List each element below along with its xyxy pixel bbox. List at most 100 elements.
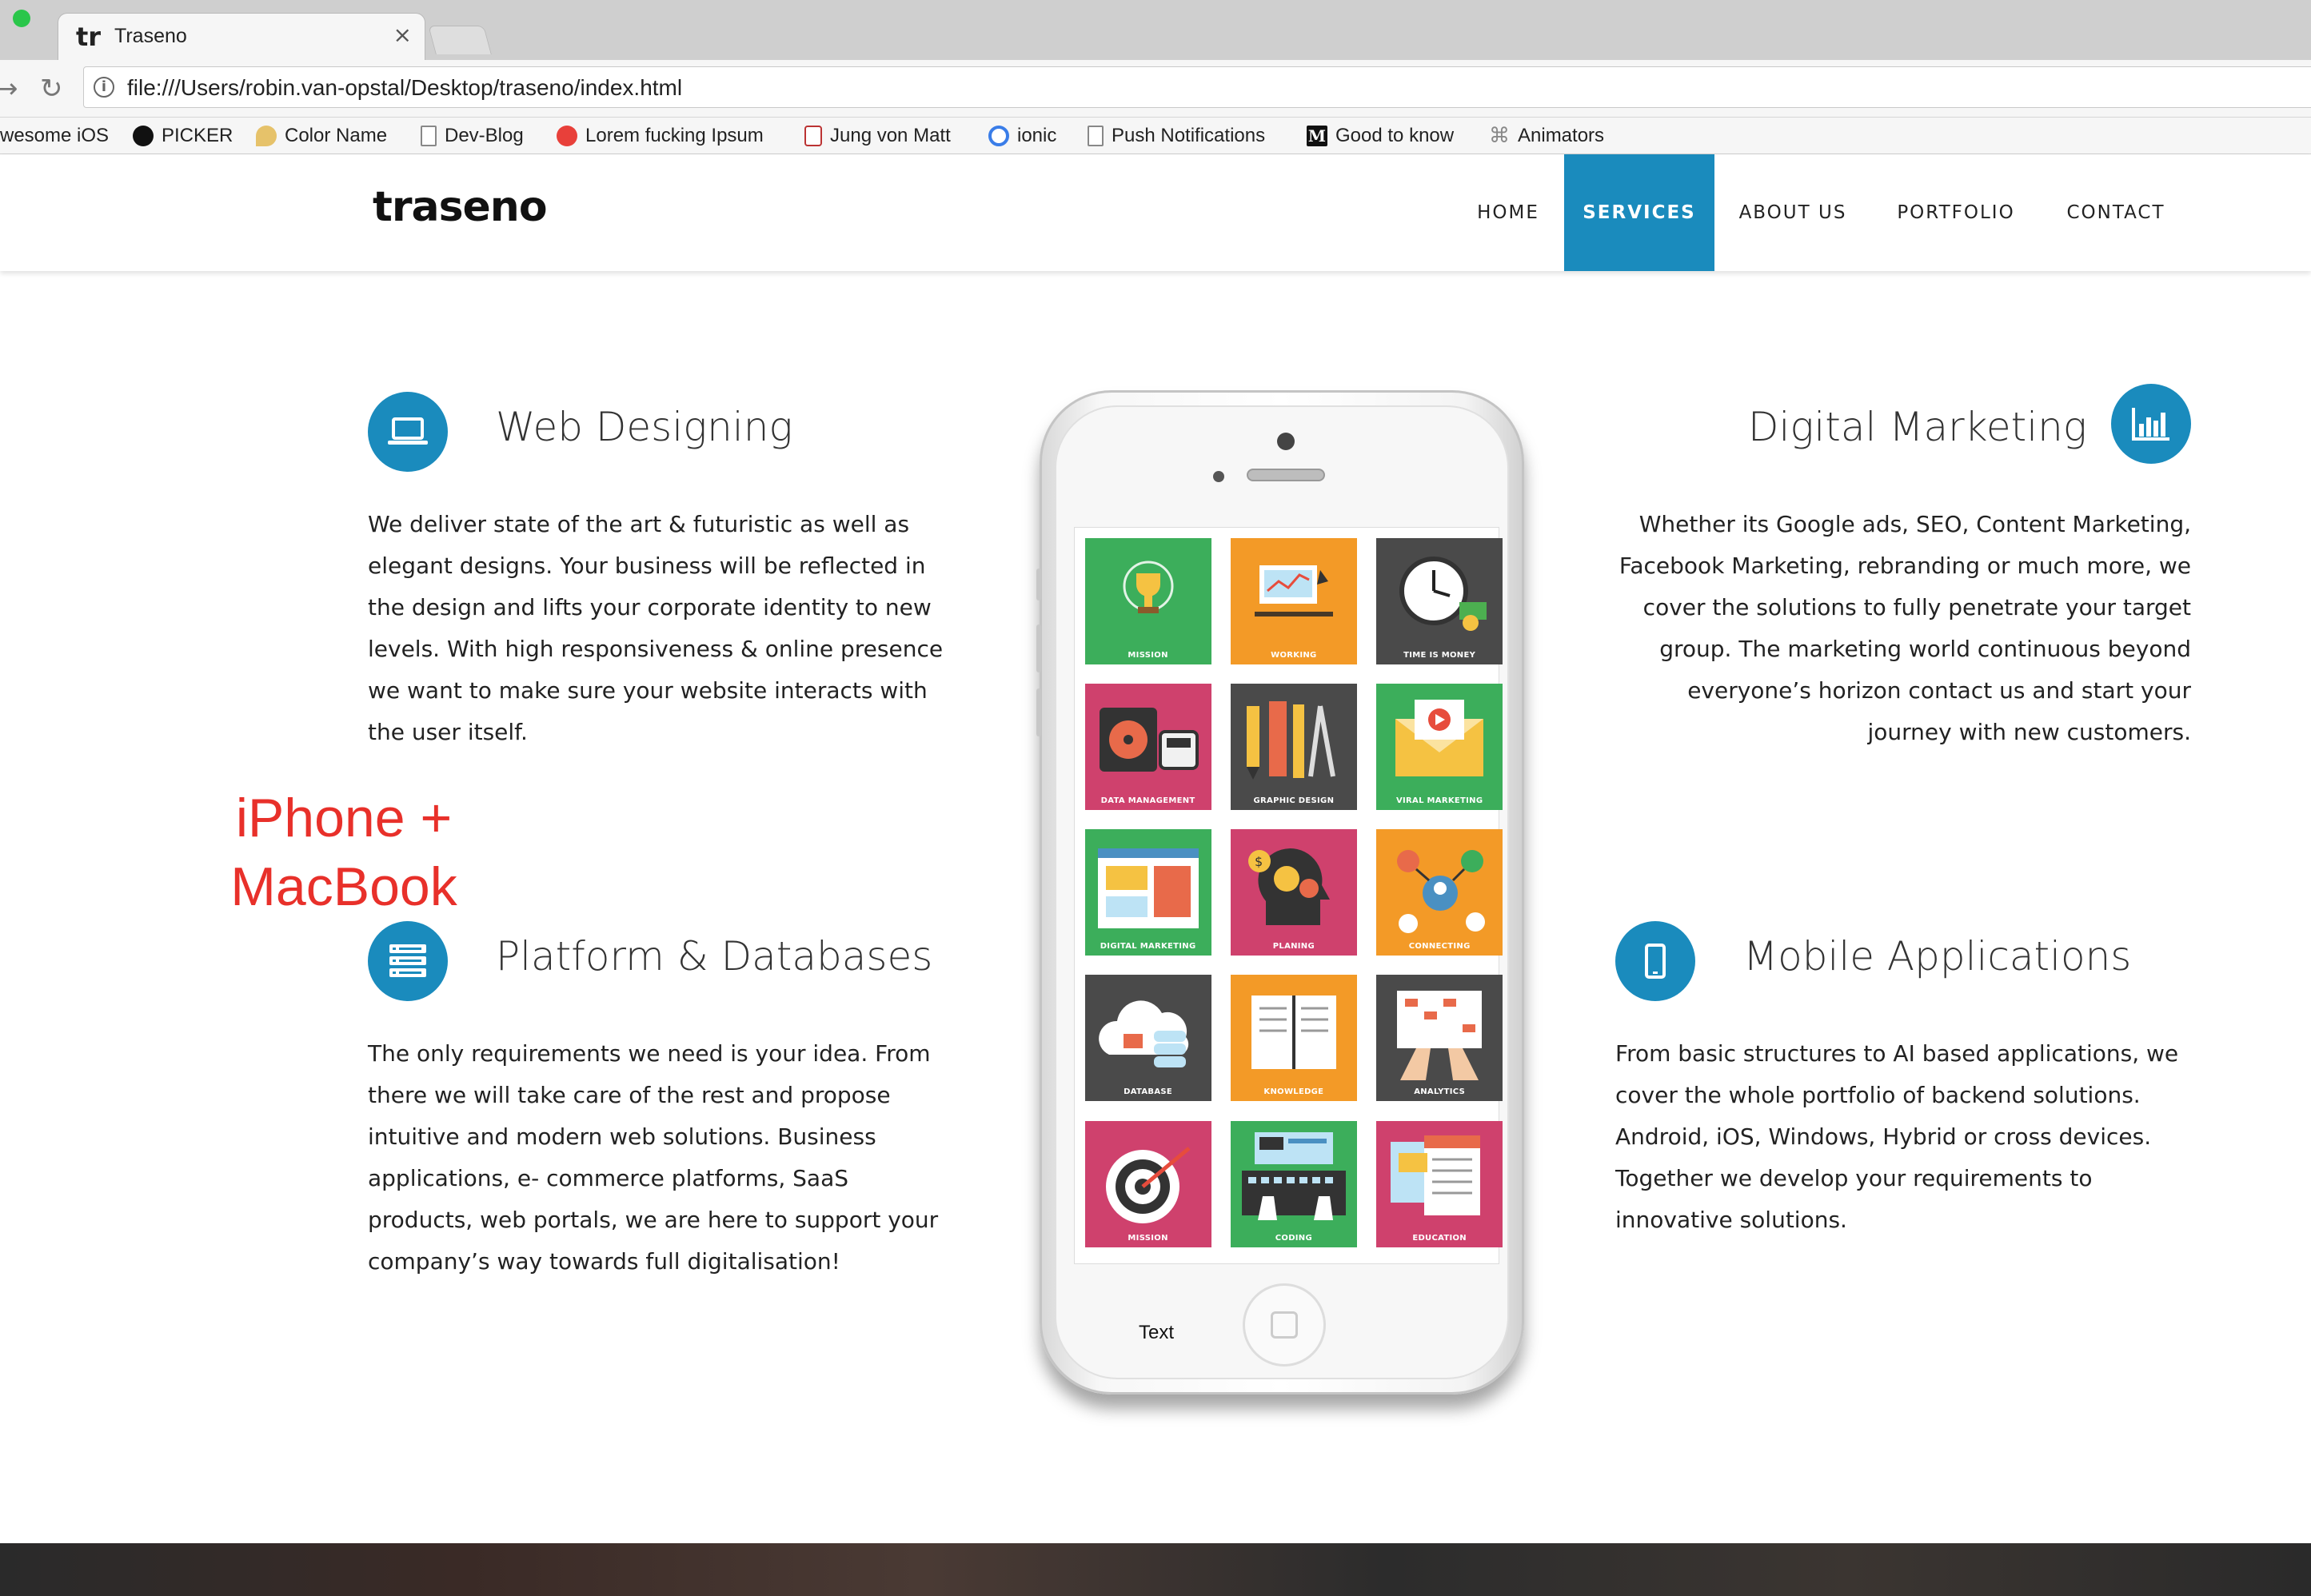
app-tile-label: WORKING xyxy=(1271,650,1317,660)
tab-favicon-icon: tr xyxy=(76,22,102,52)
phone-volume-down xyxy=(1036,688,1041,736)
site-logo[interactable]: traseno xyxy=(373,183,548,231)
red-dot-icon xyxy=(557,126,577,146)
browser-toolbar: → ↻ i file:///Users/robin.van-opstal/Des… xyxy=(0,60,2311,118)
bookmark-label: Push Notifications xyxy=(1112,125,1266,146)
page-icon xyxy=(1088,126,1104,146)
nav-about-us[interactable]: ABOUT US xyxy=(1727,154,1858,271)
phone-home-button xyxy=(1243,1283,1326,1367)
browser-tab-active[interactable]: tr Traseno × xyxy=(58,13,425,61)
bookmark-item[interactable]: Color Name xyxy=(256,122,387,150)
head-gears-icon: $ xyxy=(1247,848,1330,926)
bookmark-label: Dev-Blog xyxy=(445,125,524,146)
tab-title: Traseno xyxy=(114,25,187,47)
pin-icon xyxy=(256,126,277,146)
app-tile-label: MISSION xyxy=(1128,650,1168,660)
desk-icon xyxy=(1254,565,1333,616)
info-icon[interactable]: i xyxy=(94,77,114,98)
home-square-icon xyxy=(1271,1311,1298,1339)
bookmark-label: Animators xyxy=(1518,125,1605,146)
clock-icon xyxy=(1399,556,1487,631)
ionic-icon xyxy=(988,126,1009,146)
service-text-mobile-applications: From basic structures to AI based applic… xyxy=(1615,1040,2179,1233)
browser-icon xyxy=(1097,848,1199,929)
nav-services[interactable]: SERVICES xyxy=(1564,154,1714,271)
nav-home[interactable]: HOME xyxy=(1459,154,1558,271)
app-tile-label: GRAPHIC DESIGN xyxy=(1253,796,1335,805)
bookmark-item[interactable]: Jung von Matt xyxy=(804,122,951,150)
service-text-digital-marketing: Whether its Google ads, SEO, Content Mar… xyxy=(1618,511,2191,745)
screen-overlay-text: Text xyxy=(1139,1322,1175,1343)
app-tile: EDUCATION xyxy=(1376,1120,1503,1247)
network-icon xyxy=(1397,850,1486,934)
bookmark-item[interactable]: ⌘ Animators xyxy=(1489,122,1604,150)
bookmark-item[interactable]: PICKER xyxy=(133,122,233,150)
page-icon xyxy=(421,126,437,146)
bookmark-label: Jung von Matt xyxy=(830,125,951,146)
new-tab-button[interactable] xyxy=(428,26,492,54)
address-bar[interactable]: i file:///Users/robin.van-opstal/Desktop… xyxy=(83,66,2311,108)
app-tile: DIGITAL MARKETING xyxy=(1084,829,1211,956)
service-title-web-designing: Web Designing xyxy=(496,404,793,450)
phone-speaker xyxy=(1247,469,1325,481)
bookmark-label: PICKER xyxy=(162,125,233,146)
window-maximize-button[interactable] xyxy=(13,10,30,27)
footer-image-strip xyxy=(0,1543,2311,1596)
app-tile-label: TIME IS MONEY xyxy=(1403,650,1476,660)
iphone-mockup: MISSION WORKING TIME IS MONEY DATA MANAGEME… xyxy=(1036,390,1524,1395)
app-tile: CONNECTING xyxy=(1376,829,1503,956)
phone-camera xyxy=(1277,433,1295,450)
book-icon xyxy=(1251,996,1336,1070)
pencil-icon xyxy=(1246,700,1335,780)
bookmark-item[interactable]: Push Notifications xyxy=(1088,122,1265,150)
service-text-web-designing: We deliver state of the art & futuristic… xyxy=(368,511,944,745)
bookmarks-bar: wesome iOS PICKER Color Name Dev-Blog Lo… xyxy=(0,118,2311,154)
app-tile: MISSION xyxy=(1084,1120,1211,1247)
bookmark-label: Color Name xyxy=(285,125,388,146)
documents-icon xyxy=(1391,1135,1481,1215)
disk-icon xyxy=(1099,707,1199,772)
url-text[interactable]: file:///Users/robin.van-opstal/Desktop/t… xyxy=(127,75,682,101)
tab-close-icon[interactable]: × xyxy=(393,22,412,48)
bookmark-label: Lorem fucking Ipsum xyxy=(585,125,764,146)
phone-screen: MISSION WORKING TIME IS MONEY DATA MANAGEME… xyxy=(1074,527,1503,1343)
trophy-icon xyxy=(1123,561,1174,613)
reload-icon[interactable]: ↻ xyxy=(40,73,63,105)
bookmark-item[interactable]: Dev-Blog xyxy=(421,122,524,150)
medium-icon: M xyxy=(1307,126,1327,146)
app-tile-label: PLANING xyxy=(1272,942,1315,952)
app-tile: TIME IS MONEY xyxy=(1376,537,1503,664)
service-title-digital-marketing: Digital Marketing xyxy=(1748,404,2087,450)
app-tile: VIRAL MARKETING xyxy=(1376,683,1503,810)
svg-text:$: $ xyxy=(1255,854,1263,869)
keyboard-icon xyxy=(1241,1131,1346,1220)
app-tile-label: CODING xyxy=(1275,1233,1312,1243)
app-tile-label: KNOWLEDGE xyxy=(1263,1087,1324,1097)
bar-chart-icon xyxy=(2111,384,2191,464)
app-tile-label: MISSION xyxy=(1128,1233,1168,1243)
app-tile-label: CONNECTING xyxy=(1408,942,1471,952)
browser-tab-strip: tr Traseno × xyxy=(0,0,2311,61)
annotation-line: iPhone + xyxy=(235,788,453,848)
forward-arrow-icon[interactable]: → xyxy=(0,73,18,105)
nav-portfolio[interactable]: PORTFOLIO xyxy=(1884,154,2028,271)
app-tile: MISSION xyxy=(1084,537,1211,664)
app-tile-label: DATA MANAGEMENT xyxy=(1100,796,1195,805)
nav-contact[interactable]: CONTACT xyxy=(2050,154,2181,271)
service-title-mobile-applications: Mobile Applications xyxy=(1743,933,2132,980)
app-tile: WORKING xyxy=(1230,537,1357,664)
bookmark-label: Good to know xyxy=(1335,125,1455,146)
app-tile: CODING xyxy=(1230,1120,1357,1247)
app-tile: $ PLANING xyxy=(1230,829,1357,956)
bookmark-item[interactable]: Lorem fucking Ipsum xyxy=(557,122,764,150)
app-tile-label: VIRAL MARKETING xyxy=(1395,796,1483,805)
bookmark-item[interactable]: M Good to know xyxy=(1307,122,1454,150)
phone-sensor xyxy=(1213,471,1224,482)
app-tile: ANALYTICS xyxy=(1376,975,1503,1102)
bookmark-item[interactable]: wesome iOS xyxy=(0,122,109,150)
app-tile: GRAPHIC DESIGN xyxy=(1230,683,1357,810)
service-title-platform-databases: Platform & Databases xyxy=(496,933,933,980)
jvm-icon xyxy=(804,126,822,146)
bookmark-item[interactable]: ionic xyxy=(988,122,1056,150)
app-tile-label: EDUCATION xyxy=(1412,1233,1467,1243)
